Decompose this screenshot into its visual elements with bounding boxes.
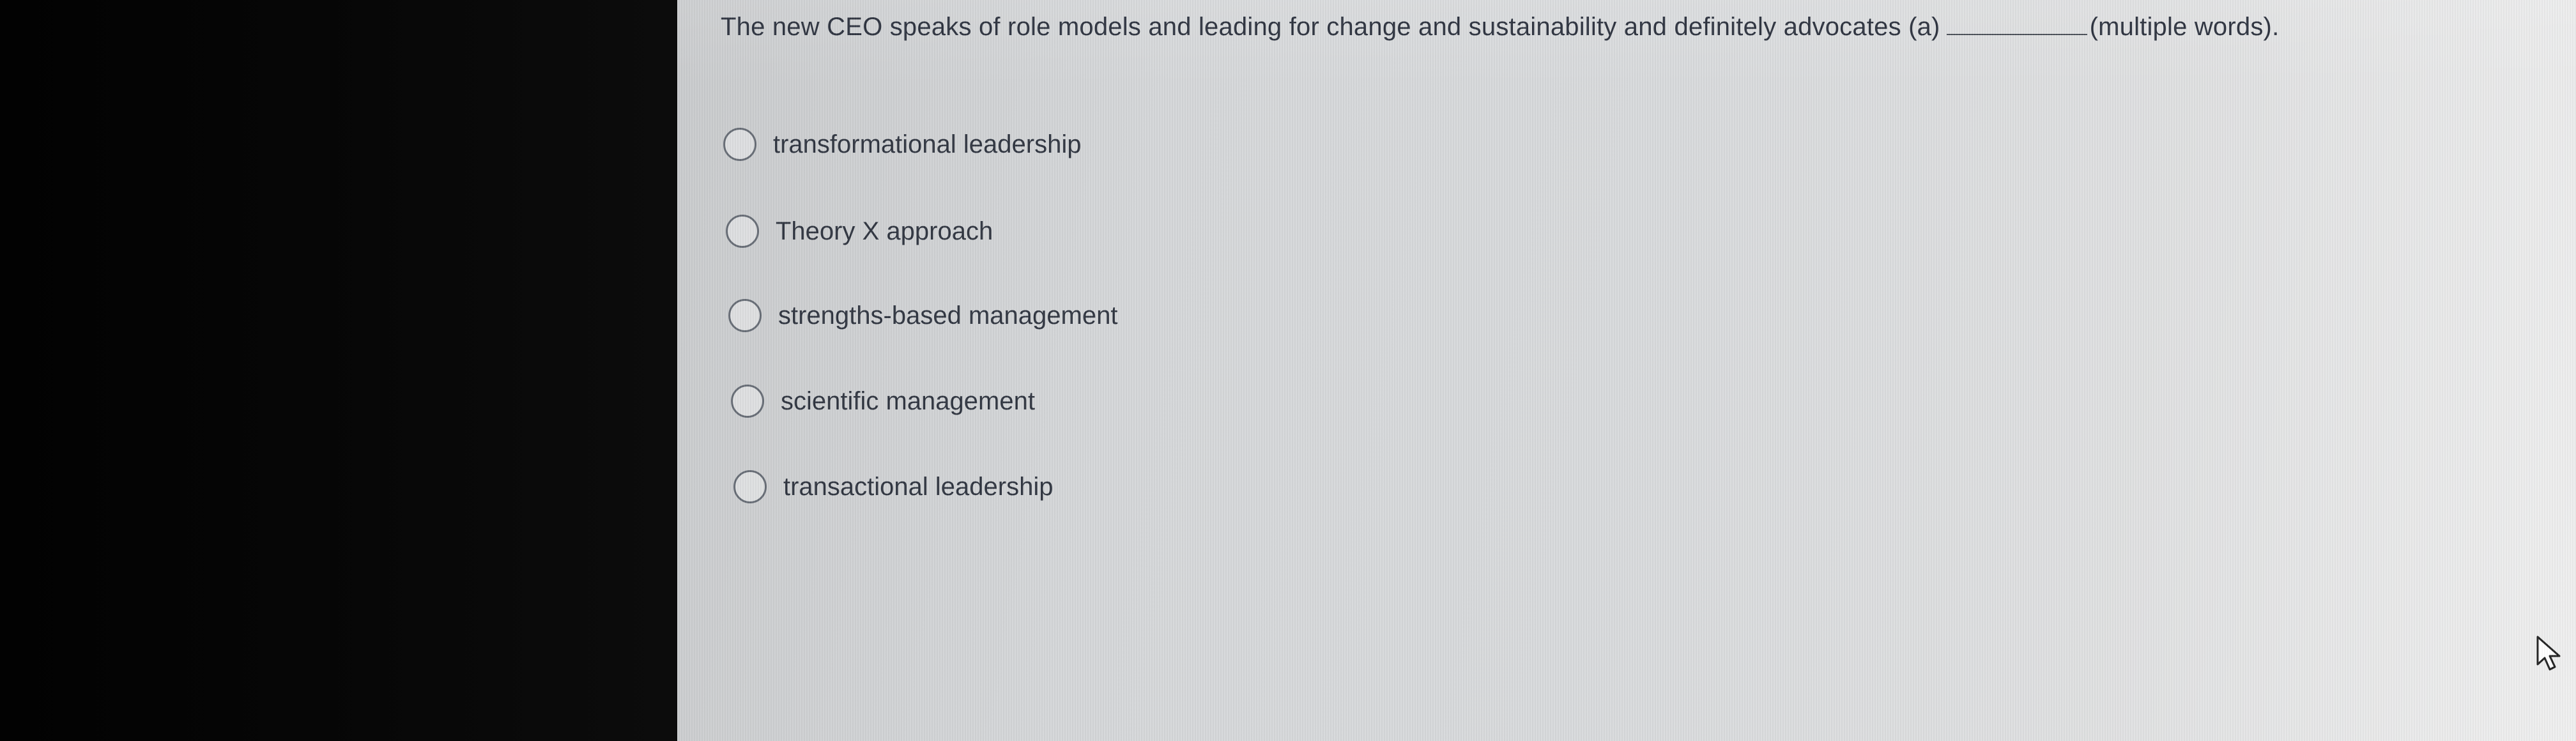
option-label: transformational leadership [773, 130, 1082, 158]
quiz-screen: The new CEO speaks of role models and le… [677, 0, 2576, 741]
radio-unselected-icon[interactable] [731, 385, 764, 418]
option-strengths-based-management[interactable]: strengths-based management [728, 299, 1117, 332]
radio-unselected-icon[interactable] [723, 128, 756, 161]
photo-frame: The new CEO speaks of role models and le… [0, 0, 2576, 741]
option-label: Theory X approach [776, 217, 993, 245]
mouse-pointer-icon [2536, 636, 2561, 671]
option-label: transactional leadership [783, 472, 1054, 501]
option-transactional-leadership[interactable]: transactional leadership [733, 470, 1053, 503]
option-theory-x-approach[interactable]: Theory X approach [726, 215, 993, 248]
answer-blank [1946, 15, 2087, 35]
option-scientific-management[interactable]: scientific management [731, 385, 1035, 418]
question-text: The new CEO speaks of role models and le… [721, 13, 2279, 42]
question-suffix: (multiple words). [2089, 13, 2280, 41]
option-label: scientific management [781, 386, 1035, 415]
radio-unselected-icon[interactable] [728, 299, 762, 332]
option-transformational-leadership[interactable]: transformational leadership [723, 128, 1081, 161]
monitor-bezel [0, 0, 677, 741]
radio-unselected-icon[interactable] [726, 215, 759, 248]
question-prefix: The new CEO speaks of role models and le… [721, 13, 1940, 41]
option-label: strengths-based management [778, 301, 1118, 330]
radio-unselected-icon[interactable] [733, 470, 767, 503]
